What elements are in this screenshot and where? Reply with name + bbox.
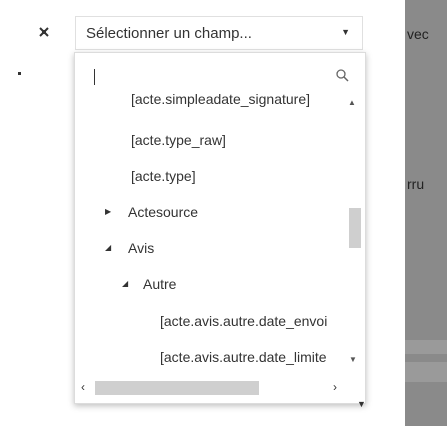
tree-item[interactable]: [acte.simpleadate_signature] — [131, 93, 310, 107]
collapse-arrow-icon[interactable]: ◢ — [105, 243, 111, 252]
tree-item[interactable]: [acte.avis.autre.date_envoi — [160, 313, 327, 329]
chevron-down-icon: ▼ — [341, 27, 350, 37]
text-cursor — [94, 69, 95, 85]
scroll-thumb[interactable] — [95, 381, 259, 395]
scroll-thumb[interactable] — [349, 208, 361, 248]
search-input[interactable] — [85, 63, 355, 93]
field-select[interactable]: Sélectionner un champ... ▼ — [75, 16, 363, 50]
scroll-up-icon[interactable]: ▲ — [348, 98, 356, 107]
field-select-label: Sélectionner un champ... — [86, 25, 252, 42]
scroll-right-icon[interactable]: › — [333, 380, 337, 394]
expand-arrow-icon[interactable]: ▶ — [105, 207, 111, 216]
background-band — [405, 340, 447, 354]
collapse-arrow-icon[interactable]: ◢ — [122, 279, 128, 288]
background-panel: vec rru — [405, 0, 447, 426]
bullet-dot — [18, 72, 21, 75]
field-tree: [acte.simpleadate_signature] [acte.type_… — [75, 93, 365, 378]
pin-off-icon[interactable] — [36, 25, 52, 41]
tree-item[interactable]: [acte.avis.autre.date_limite — [160, 349, 327, 365]
scroll-left-icon[interactable]: ‹ — [81, 380, 85, 394]
background-band — [405, 362, 447, 382]
tree-item[interactable]: Actesource — [128, 204, 198, 220]
vertical-scrollbar[interactable]: ▲ ▼ — [346, 93, 361, 378]
search-icon — [336, 69, 349, 85]
chevron-down-icon[interactable]: ▼ — [357, 399, 366, 409]
horizontal-scrollbar[interactable]: ‹ › — [75, 378, 365, 398]
scroll-down-icon[interactable]: ▼ — [349, 355, 357, 364]
background-text: rru — [407, 176, 425, 192]
tree-item[interactable]: Avis — [128, 240, 154, 256]
tree-item[interactable]: [acte.type_raw] — [131, 132, 226, 148]
field-dropdown: [acte.simpleadate_signature] [acte.type_… — [74, 52, 366, 404]
tree-item[interactable]: [acte.type] — [131, 168, 196, 184]
tree-item[interactable]: Autre — [143, 276, 176, 292]
background-text: vec — [407, 26, 429, 42]
